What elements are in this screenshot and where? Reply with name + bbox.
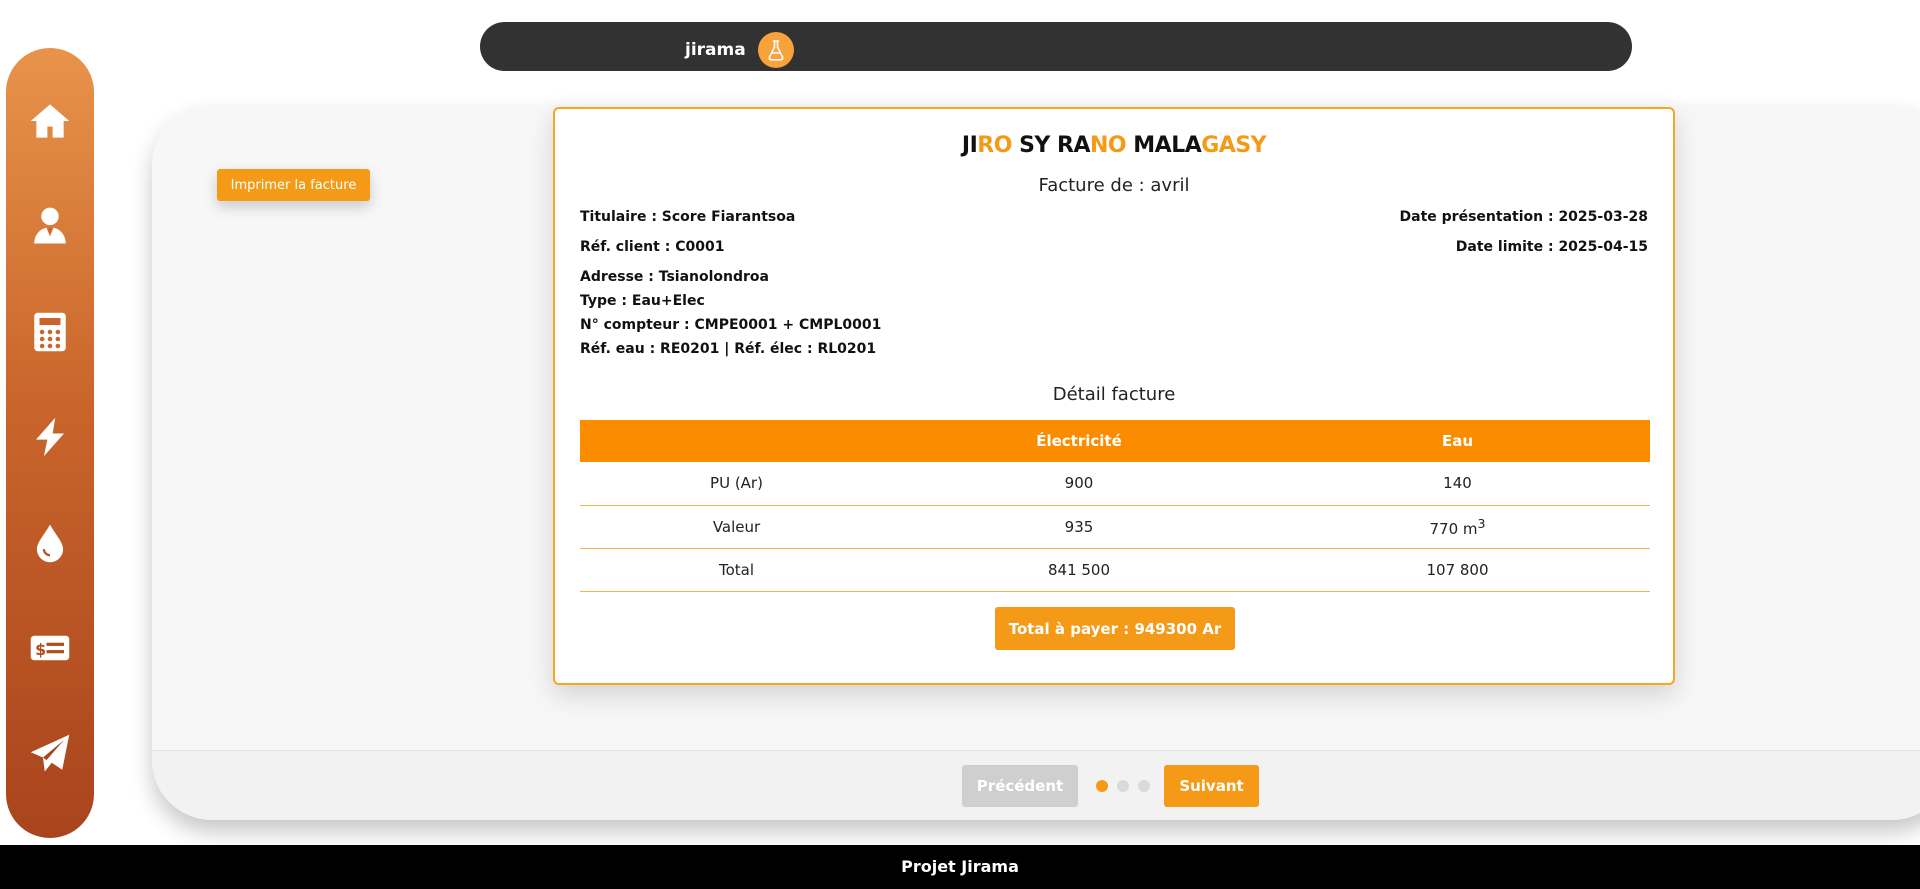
- invoice-date-presentation: Date présentation : 2025-03-28: [1399, 209, 1648, 225]
- sidebar-item-water[interactable]: [6, 522, 94, 627]
- invoice-holder: Titulaire : Score Fiarantsoa: [580, 209, 796, 225]
- sidebar-item-billing[interactable]: $: [6, 627, 94, 732]
- title-part: SY RA: [1011, 133, 1090, 158]
- previous-button[interactable]: Précédent: [962, 765, 1078, 807]
- table-cell-electricity: 900: [893, 462, 1265, 506]
- pager-dot-2[interactable]: [1117, 780, 1129, 792]
- invoice-type: Type : Eau+Elec: [580, 293, 705, 309]
- svg-text:$: $: [35, 640, 46, 659]
- sidebar-item-electricity[interactable]: [6, 416, 94, 521]
- invoice-detail-title: Détail facture: [1052, 384, 1176, 405]
- sidebar-nav: $: [6, 48, 94, 838]
- brand[interactable]: jirama: [685, 32, 794, 68]
- sidebar-item-user[interactable]: [6, 205, 94, 310]
- pager-dot-3[interactable]: [1138, 780, 1150, 792]
- print-invoice-button[interactable]: Imprimer la facture: [217, 169, 370, 201]
- page-footer: Projet Jirama: [0, 845, 1920, 889]
- brand-name: jirama: [685, 40, 746, 60]
- title-part: RO: [977, 133, 1012, 158]
- user-tie-icon: [34, 208, 66, 244]
- title-part: MALA: [1126, 133, 1202, 158]
- invoice-company-title: JIRO SY RANO MALAGASY: [555, 133, 1673, 158]
- bolt-icon: [36, 418, 64, 457]
- table-header-water: Eau: [1265, 420, 1650, 462]
- table-row: Valeur 935 770 m3: [580, 505, 1650, 549]
- pager-dot-1[interactable]: [1096, 780, 1108, 792]
- money-bill-list-icon: $: [30, 635, 70, 661]
- sidebar-item-send[interactable]: [6, 733, 94, 838]
- table-row: Total 841 500 107 800: [580, 548, 1650, 592]
- sidebar-item-home[interactable]: [6, 100, 94, 205]
- table-header-row: Électricité Eau: [580, 420, 1650, 462]
- lab-flask-icon: [757, 32, 794, 68]
- pager: Précédent Suivant: [962, 765, 1259, 807]
- invoice-detail-table: Électricité Eau PU (Ar) 900 140 Valeur 9…: [580, 420, 1650, 592]
- calculator-icon: [34, 312, 66, 352]
- table-header: [580, 420, 893, 462]
- title-part: GASY: [1201, 133, 1267, 158]
- table-cell-water: 140: [1265, 462, 1650, 506]
- next-button[interactable]: Suivant: [1164, 765, 1259, 807]
- invoice-client-ref: Réf. client : C0001: [580, 239, 725, 255]
- table-cell-electricity: 935: [893, 505, 1265, 549]
- table-cell-water: 770 m3: [1265, 505, 1650, 549]
- paper-plane-icon: [30, 734, 70, 772]
- pager-dots: [1096, 780, 1150, 792]
- table-cell-electricity: 841 500: [893, 548, 1265, 592]
- invoice-meter: N° compteur : CMPE0001 + CMPL0001: [580, 317, 882, 333]
- title-part: JI: [961, 133, 978, 158]
- top-bar: jirama: [480, 22, 1632, 71]
- title-part: NO: [1089, 133, 1127, 158]
- home-icon: [30, 104, 70, 138]
- table-cell-label: PU (Ar): [580, 462, 893, 506]
- water-value: 770 m: [1429, 519, 1478, 538]
- sidebar-item-calculator[interactable]: [6, 311, 94, 416]
- total-to-pay-button[interactable]: Total à payer : 949300 Ar: [995, 607, 1235, 650]
- table-row: PU (Ar) 900 140: [580, 462, 1650, 506]
- table-cell-water: 107 800: [1265, 548, 1650, 592]
- invoice-refs: Réf. eau : RE0201 | Réf. élec : RL0201: [580, 341, 877, 357]
- table-header-electricity: Électricité: [893, 420, 1265, 462]
- unit-exponent: 3: [1477, 515, 1486, 531]
- water-drop-icon: [36, 524, 64, 562]
- invoice-address: Adresse : Tsianolondroa: [580, 269, 769, 285]
- invoice-month: Facture de : avril: [1038, 175, 1190, 196]
- table-cell-label: Valeur: [580, 505, 893, 549]
- table-cell-label: Total: [580, 548, 893, 592]
- invoice-date-limit: Date limite : 2025-04-15: [1455, 239, 1648, 255]
- invoice-card: JIRO SY RANO MALAGASY Facture de : avril…: [553, 107, 1675, 685]
